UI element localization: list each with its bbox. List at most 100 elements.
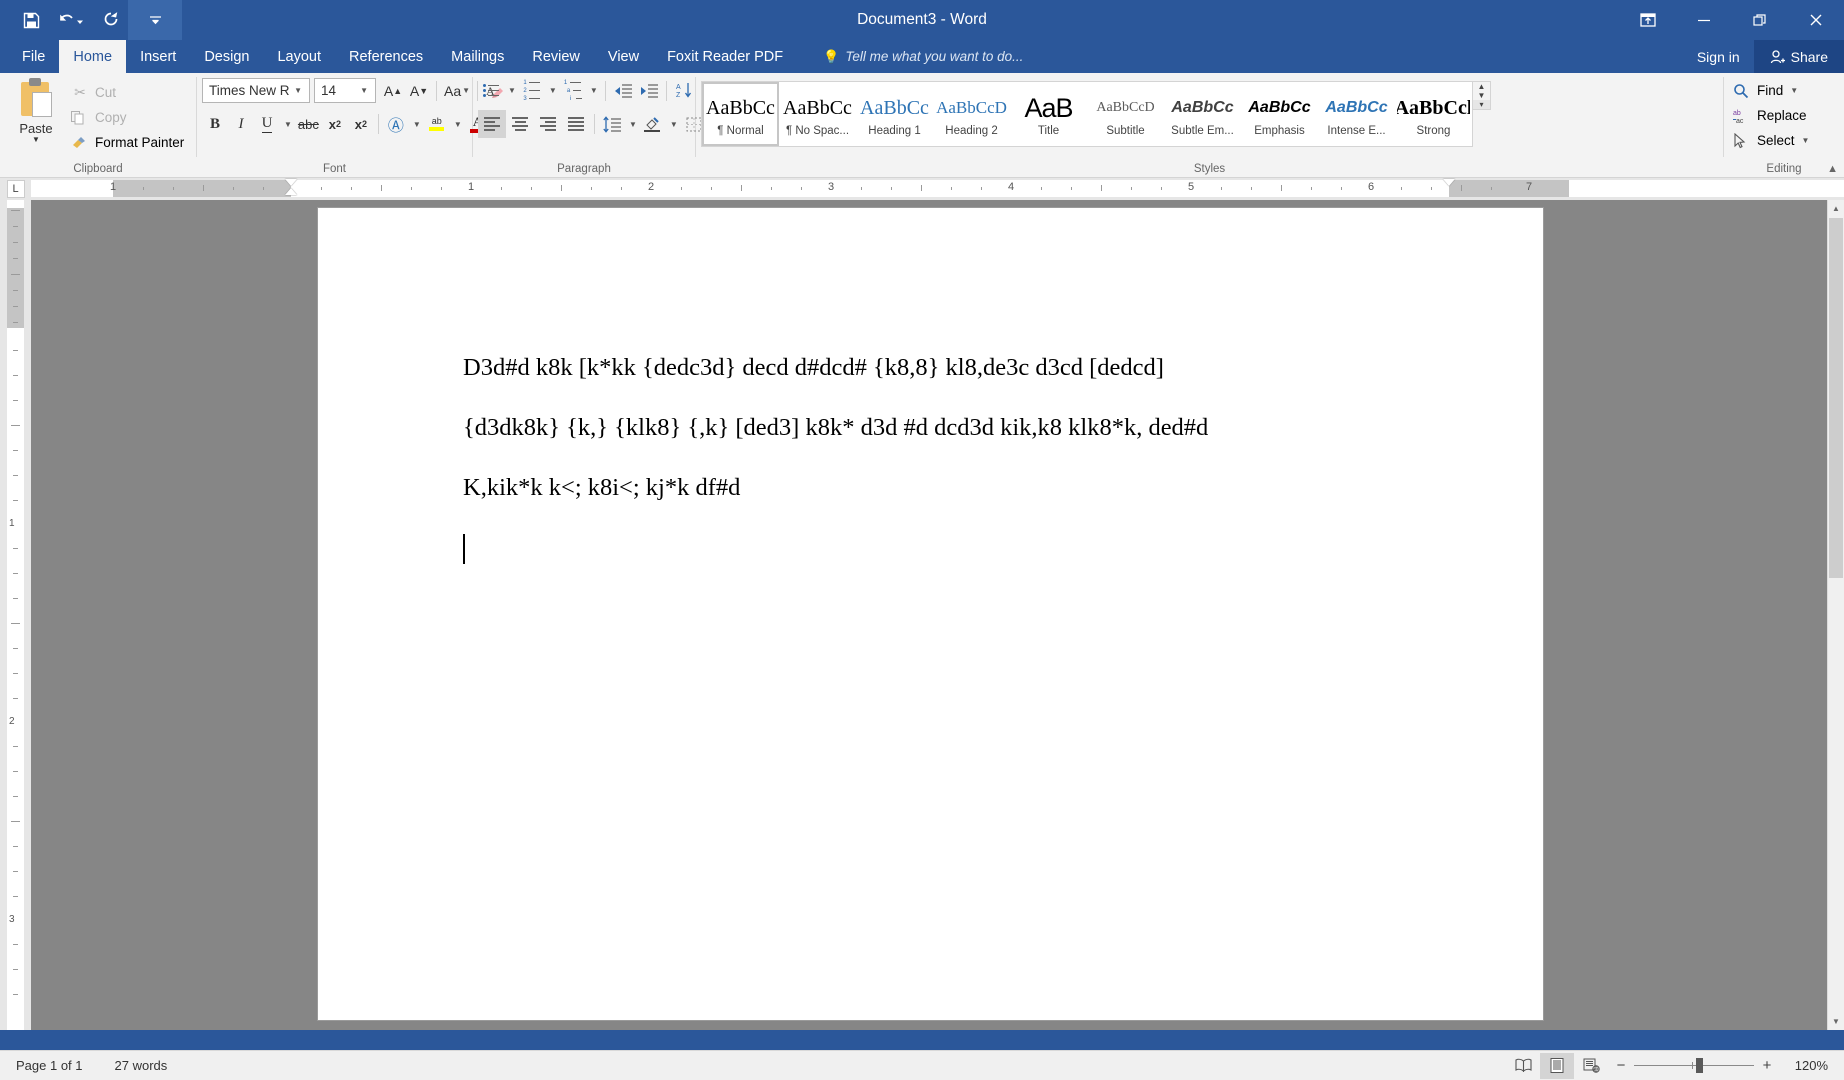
scroll-up-icon[interactable]: ▲ [1828,200,1844,217]
line-spacing-icon[interactable] [599,111,625,137]
word-count[interactable]: 27 words [99,1058,184,1073]
text-effects-icon[interactable]: Ⓐ [383,111,409,137]
copy-button[interactable]: Copy [67,105,188,130]
tab-layout[interactable]: Layout [263,40,335,73]
align-right-icon[interactable] [534,111,562,137]
web-layout-icon[interactable] [1574,1053,1608,1079]
scroll-down-icon[interactable]: ▼ [1828,1013,1844,1030]
save-icon[interactable] [14,4,48,36]
text-effects-chevron-icon[interactable]: ▼ [409,111,424,137]
increase-indent-icon[interactable] [636,78,662,104]
chevron-down-icon[interactable]: ▼ [355,86,373,95]
underline-options-chevron-icon[interactable]: ▼ [280,111,295,137]
horizontal-ruler[interactable]: 1 1 2 3 4 5 6 7 [31,178,1844,200]
customize-quick-access-toolbar-icon[interactable] [128,0,182,40]
multilevel-list-icon[interactable]: 1 a i [560,78,586,104]
close-icon[interactable] [1788,0,1844,40]
undo-icon[interactable] [48,4,94,36]
change-case-icon[interactable]: Aa ▼ [441,78,473,104]
paragraph-3[interactable]: K,kik*k k<; k8i<; kj*k df#d [463,458,1483,518]
style-emphasis[interactable]: AaBbCc Emphasis [1241,82,1318,146]
shading-chevron-icon[interactable]: ▼ [666,111,681,137]
style-heading-1[interactable]: AaBbCc Heading 1 [856,82,933,146]
tell-me-search[interactable]: 💡 Tell me what you want to do... [811,40,1035,73]
tab-review[interactable]: Review [518,40,594,73]
style-title[interactable]: AaB Title [1010,82,1087,146]
bullets-icon[interactable] [478,78,504,104]
style-normal[interactable]: AaBbCc ¶ Normal [702,82,779,146]
paragraph-2[interactable]: {d3dk8k} {k,} {klk8} {,k} [ded3] k8k* d3… [463,398,1483,458]
italic-icon[interactable]: I [228,111,254,137]
paragraph-1[interactable]: D3d#d k8k [k*kk {dedc3d} decd d#dcd# {k8… [463,338,1483,398]
replace-button[interactable]: ab ac Replace [1729,103,1813,128]
vertical-ruler[interactable]: 1 2 3 [0,200,31,1030]
align-left-icon[interactable] [478,110,506,138]
read-mode-icon[interactable] [1506,1053,1540,1079]
paste-button[interactable]: Paste ▼ [5,76,67,144]
underline-icon[interactable]: U [254,111,280,137]
collapse-ribbon-icon[interactable]: ▲ [1827,163,1838,175]
hanging-indent-marker[interactable] [285,188,297,195]
sign-in-button[interactable]: Sign in [1683,40,1754,73]
print-layout-icon[interactable] [1540,1052,1574,1079]
multilevel-chevron-icon[interactable]: ▼ [586,78,601,104]
font-name-combo[interactable]: Times New Ro ▼ [202,78,310,103]
strikethrough-icon[interactable]: abc [295,111,322,137]
tab-foxit-reader-pdf[interactable]: Foxit Reader PDF [653,40,797,73]
shrink-font-icon[interactable]: A ▼ [406,78,432,104]
find-button[interactable]: Find ▼ [1729,78,1813,103]
zoom-slider-thumb[interactable] [1696,1058,1703,1073]
tab-file[interactable]: File [8,40,59,73]
right-indent-marker[interactable] [1443,179,1455,186]
zoom-out-button[interactable]: − [1608,1057,1634,1074]
zoom-slider[interactable] [1634,1056,1754,1076]
chevron-down-icon[interactable]: ▼ [32,136,40,144]
superscript-icon[interactable]: x2 [348,111,374,137]
style-strong[interactable]: AaBbCcl Strong [1395,82,1472,146]
cut-button[interactable]: ✂ Cut [67,80,188,105]
tab-home[interactable]: Home [59,40,127,73]
style-no-spacing[interactable]: AaBbCc ¶ No Spac... [779,82,856,146]
sort-icon[interactable]: AZ [671,78,697,104]
document-text-body[interactable]: D3d#d k8k [k*kk {dedc3d} decd d#dcd# {k8… [463,338,1483,578]
bullets-chevron-icon[interactable]: ▼ [504,78,519,104]
align-center-icon[interactable] [506,111,534,137]
style-subtle-emphasis[interactable]: AaBbCc Subtle Em... [1164,82,1241,146]
tab-stop-selector[interactable]: L [0,178,31,200]
zoom-in-button[interactable]: + [1754,1057,1780,1074]
style-heading-2[interactable]: AaBbCcD Heading 2 [933,82,1010,146]
format-painter-button[interactable]: Format Painter [67,130,188,155]
page-indicator[interactable]: Page 1 of 1 [0,1058,99,1073]
styles-scroll-up-icon[interactable]: ▲ [1473,82,1490,91]
paragraph-4-empty[interactable] [463,518,1483,578]
share-button[interactable]: Share [1753,40,1844,73]
find-chevron-icon[interactable]: ▼ [1790,86,1798,95]
highlight-chevron-icon[interactable]: ▼ [450,111,465,137]
tab-references[interactable]: References [335,40,437,73]
document-page[interactable]: D3d#d k8k [k*kk {dedc3d} decd d#dcd# {k8… [318,208,1543,1020]
styles-scroll-down-icon[interactable]: ▼ [1473,91,1490,100]
tab-view[interactable]: View [594,40,653,73]
font-size-combo[interactable]: 14 ▼ [314,78,376,103]
style-subtitle[interactable]: AaBbCcD Subtitle [1087,82,1164,146]
shading-icon[interactable] [640,111,666,137]
chevron-down-icon[interactable]: ▼ [289,86,307,95]
tab-design[interactable]: Design [190,40,263,73]
scrollbar-thumb[interactable] [1829,218,1843,578]
tab-mailings[interactable]: Mailings [437,40,518,73]
numbering-icon[interactable]: 1 2 3 [519,78,545,104]
grow-font-icon[interactable]: A ▲ [380,78,406,104]
style-intense-emphasis[interactable]: AaBbCc Intense E... [1318,82,1395,146]
minimize-icon[interactable] [1676,0,1732,40]
document-canvas[interactable]: D3d#d k8k [k*kk {dedc3d} decd d#dcd# {k8… [31,200,1844,1030]
decrease-indent-icon[interactable] [610,78,636,104]
restore-icon[interactable] [1732,0,1788,40]
styles-more-icon[interactable]: ▾ [1473,100,1490,109]
numbering-chevron-icon[interactable]: ▼ [545,78,560,104]
vertical-scrollbar[interactable]: ▲ ▼ [1827,200,1844,1030]
zoom-level[interactable]: 120% [1780,1058,1834,1073]
line-spacing-chevron-icon[interactable]: ▼ [625,111,640,137]
text-highlight-color-icon[interactable]: ab [424,111,450,137]
select-button[interactable]: Select ▼ [1729,128,1813,153]
redo-icon[interactable] [94,4,128,36]
